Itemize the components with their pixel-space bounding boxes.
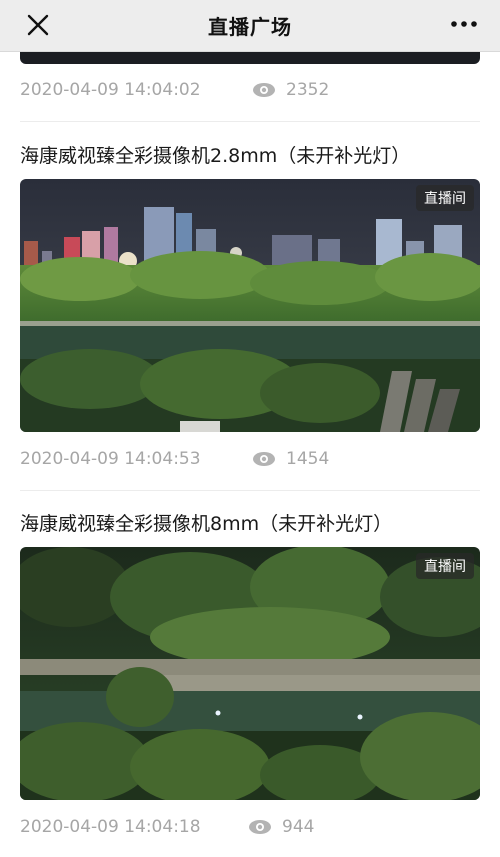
live-room-badge: 直播间 (416, 185, 474, 211)
live-room-badge: 直播间 (416, 553, 474, 579)
video-title[interactable]: 海康威视臻全彩摄像机8mm（未开补光灯） (20, 509, 392, 536)
eye-icon (253, 452, 275, 466)
divider (20, 121, 480, 122)
view-count: 1454 (286, 449, 330, 469)
previous-meta-row: 2020-04-09 14:04:02 2352 (20, 78, 329, 102)
river-night-thumbnail (20, 547, 480, 800)
eye-icon (249, 820, 271, 834)
view-count: 2352 (286, 80, 330, 100)
header-bar: 直播广场 (0, 0, 500, 52)
divider (20, 490, 480, 491)
eye-icon (253, 83, 275, 97)
video-meta-row: 2020-04-09 14:04:53 1454 (20, 447, 329, 471)
video-title[interactable]: 海康威视臻全彩摄像机2.8mm（未开补光灯） (20, 141, 410, 168)
publish-time: 2020-04-09 14:04:18 (20, 817, 201, 837)
video-thumbnail[interactable]: 直播间 (20, 547, 480, 800)
video-meta-row: 2020-04-09 14:04:18 944 (20, 815, 314, 839)
video-thumbnail[interactable]: 直播间 (20, 179, 480, 432)
page-title: 直播广场 (208, 15, 292, 39)
close-icon (27, 14, 49, 36)
more-button[interactable] (448, 14, 480, 34)
close-button[interactable] (24, 11, 52, 39)
more-icon (451, 21, 477, 27)
view-count: 944 (282, 817, 315, 837)
previous-video-thumbnail[interactable] (20, 52, 480, 64)
city-night-thumbnail (20, 179, 480, 432)
publish-time: 2020-04-09 14:04:02 (20, 80, 201, 100)
publish-time: 2020-04-09 14:04:53 (20, 449, 201, 469)
